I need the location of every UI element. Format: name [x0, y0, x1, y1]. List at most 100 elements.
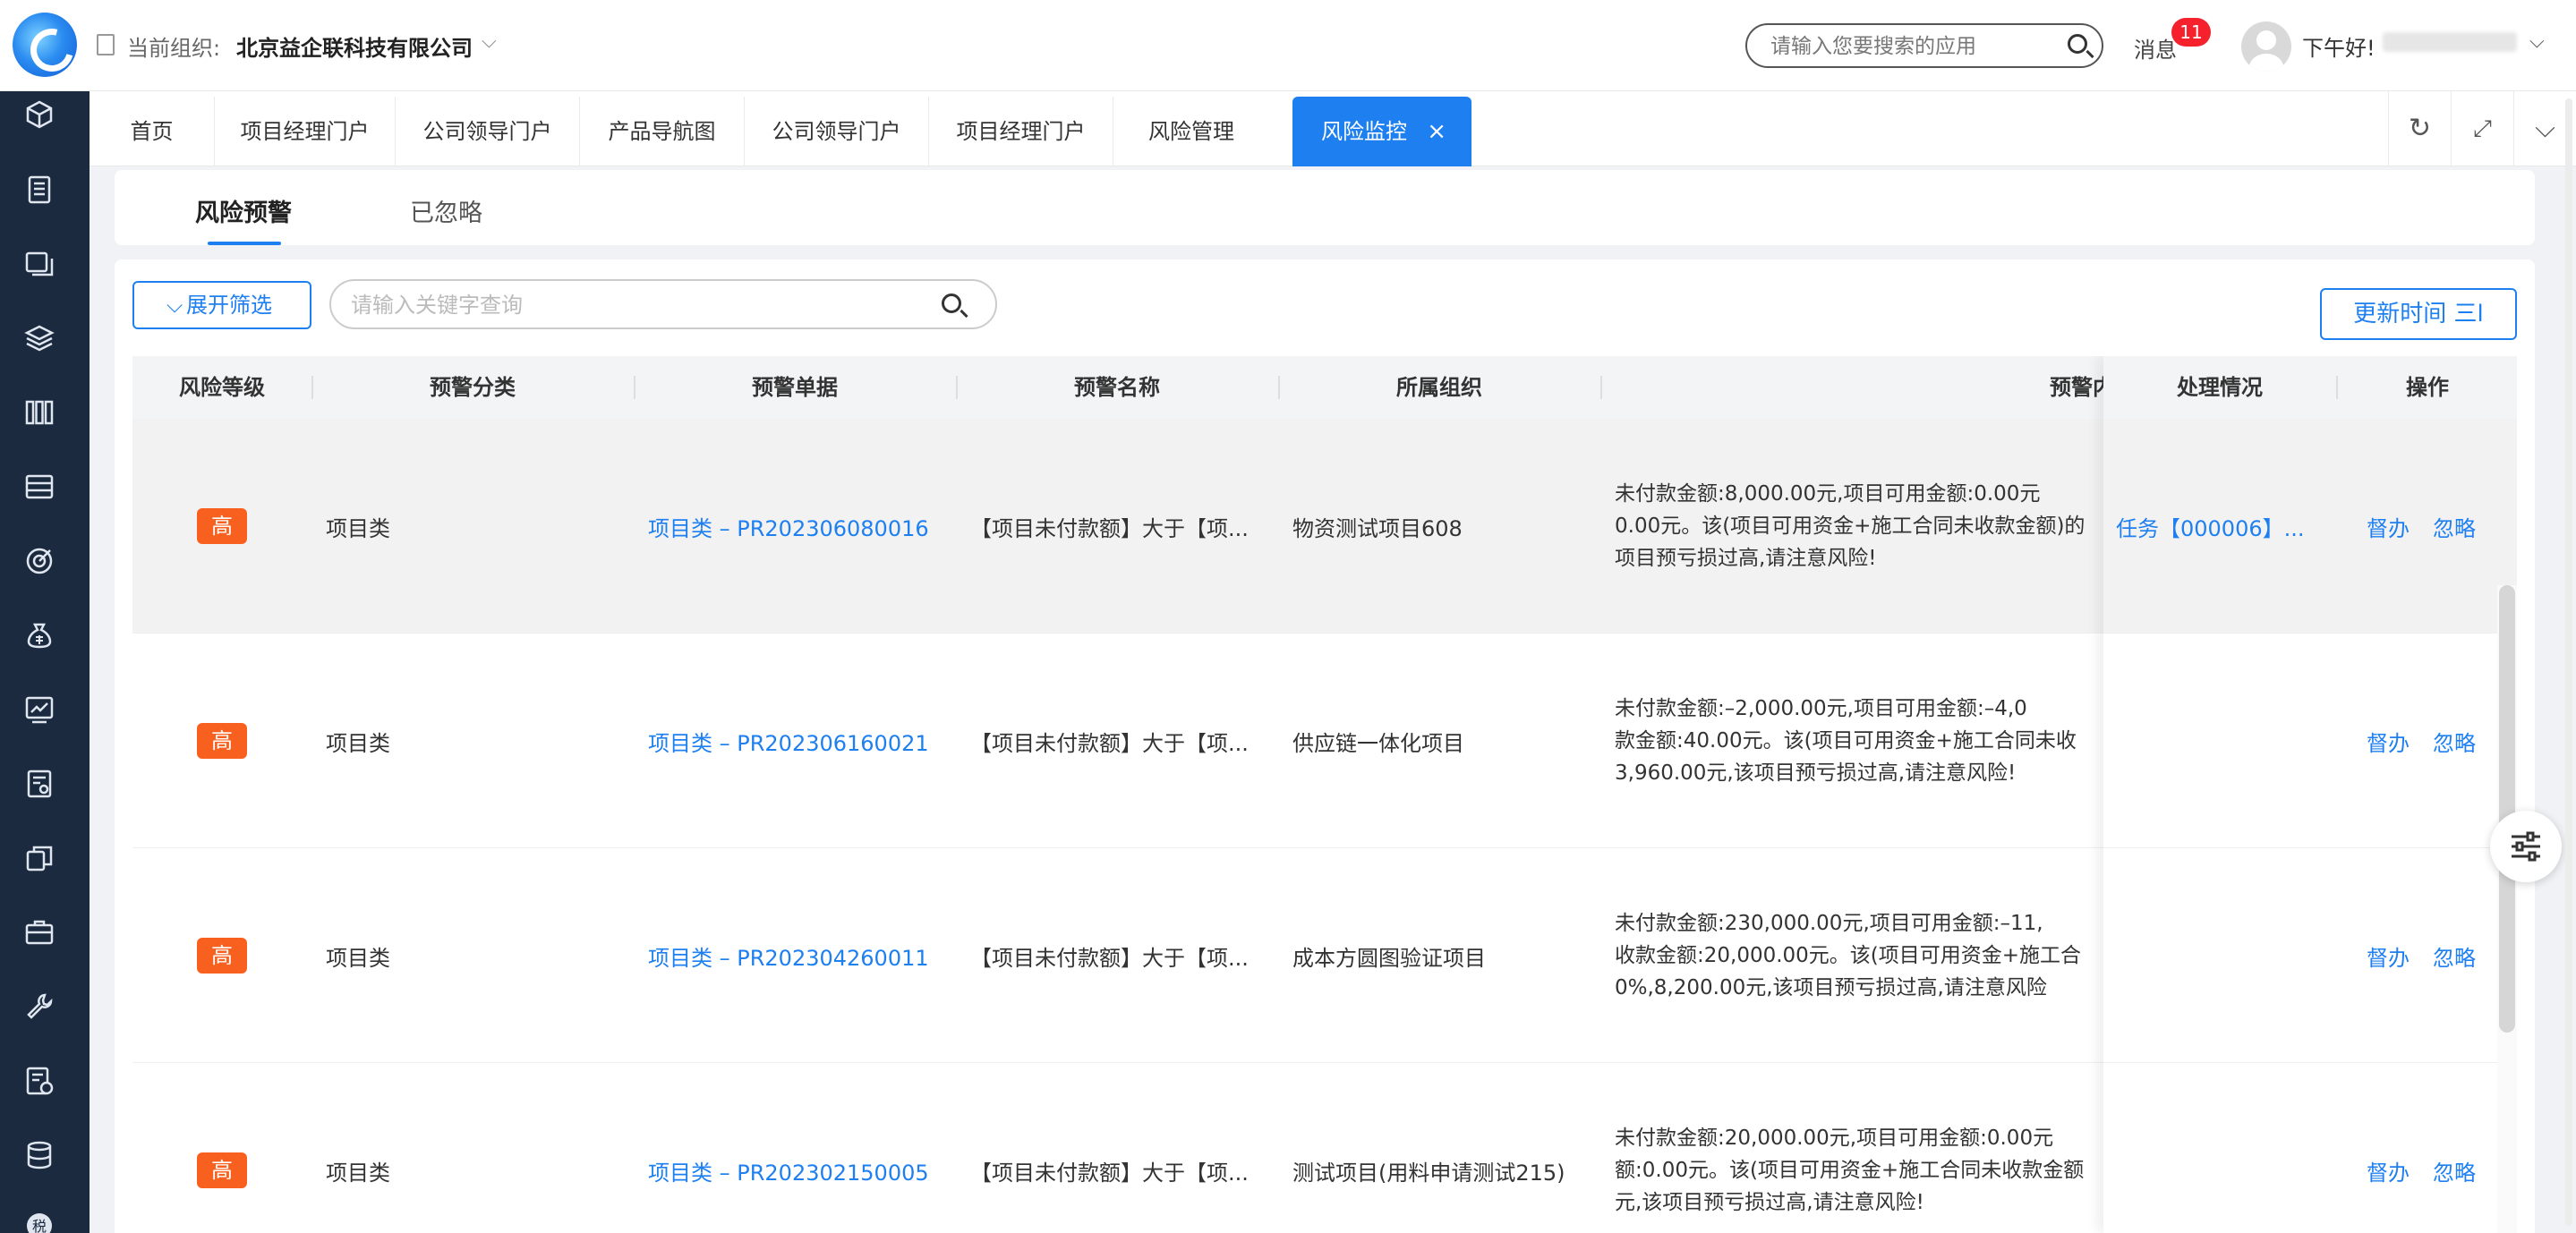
- sliders-icon: [2512, 831, 2540, 862]
- column-header[interactable]: 所属组织: [1278, 356, 1600, 419]
- status-link[interactable]: 任务【000006】...: [2116, 419, 2340, 634]
- user-avatar[interactable]: [2241, 21, 2291, 72]
- fullscreen-icon[interactable]: ⤢: [2451, 91, 2513, 166]
- document-link[interactable]: 项目类 – PR202302150005: [648, 1063, 952, 1233]
- ignore-link[interactable]: 忽略: [2433, 1155, 2476, 1186]
- tab-risk-monitor[interactable]: 风险监控 ×: [1292, 97, 1471, 166]
- supervise-link[interactable]: 督办: [2367, 1155, 2410, 1186]
- tab-home[interactable]: 首页: [90, 97, 215, 166]
- top-header: 当前组织: 北京益企联科技有限公司 ⌵ 消息 11 下午好! ⌵: [0, 0, 2576, 91]
- tab-label: 项目经理门户: [240, 119, 370, 144]
- app-search-input[interactable]: [1770, 34, 2039, 59]
- org-label: 当前组织:: [127, 36, 221, 61]
- warning-name-cell: 【项目未付款额】大于【项...: [970, 945, 1249, 971]
- page-scrollbar[interactable]: [2565, 98, 2572, 1226]
- columns-icon[interactable]: [23, 396, 55, 429]
- supervise-link[interactable]: 督办: [2367, 511, 2410, 542]
- status-link[interactable]: [2116, 1063, 2340, 1233]
- organization-cell: 供应链一体化项目: [1292, 730, 1464, 756]
- cube-icon[interactable]: [23, 98, 55, 131]
- search-icon[interactable]: [942, 293, 961, 313]
- fixed-right-columns: 处理情况 操作 任务【000006】... 督办 忽略 督办 忽略 督办 忽略 督办 忽略: [2103, 356, 2517, 1233]
- svg-text:税: 税: [32, 1218, 47, 1233]
- column-header[interactable]: 风险等级: [132, 356, 311, 419]
- org-chevron-down-icon[interactable]: ⌵: [482, 30, 497, 53]
- tab-pm-portal-2[interactable]: 项目经理门户: [929, 97, 1113, 166]
- wrench-icon[interactable]: [23, 991, 55, 1023]
- tab-risk-management[interactable]: 风险管理: [1113, 97, 1269, 166]
- tax-icon[interactable]: 税: [23, 1210, 55, 1233]
- warning-content-text: 未付款金额:230,000.00元,项目可用金额:–11, 收款金额:20,00…: [1615, 912, 2082, 999]
- database-icon[interactable]: [23, 1139, 55, 1171]
- document-link[interactable]: 项目类 – PR202306080016: [648, 419, 952, 634]
- status-link[interactable]: [2116, 848, 2340, 1063]
- expand-filter-button[interactable]: ⌵ 展开筛选: [132, 281, 311, 329]
- warning-content-cell: 未付款金额:20,000.00元,项目可用金额:0.00元 额:0.00元。该(…: [1615, 1063, 2098, 1233]
- column-header[interactable]: 预警单据: [634, 356, 956, 419]
- copy-icon[interactable]: [23, 842, 55, 874]
- ignore-link[interactable]: 忽略: [2433, 511, 2476, 542]
- invoice-icon[interactable]: [23, 1065, 55, 1097]
- table-scrollbar-thumb[interactable]: [2499, 585, 2515, 1033]
- supervise-link[interactable]: 督办: [2367, 726, 2410, 757]
- expand-filter-label: 展开筛选: [186, 293, 272, 318]
- tab-pm-portal[interactable]: 项目经理门户: [215, 97, 396, 166]
- sort-update-time-button[interactable]: 更新时间 三l: [2320, 288, 2517, 340]
- tab-label: 项目经理门户: [956, 119, 1086, 144]
- category-cell: 项目类: [326, 1160, 390, 1186]
- user-menu-chevron-icon[interactable]: ⌵: [2529, 30, 2545, 53]
- column-settings-button[interactable]: [2490, 811, 2562, 882]
- main-content: ⌵ 展开筛选 更新时间 三l 风险等级 预警分类 预警单据 预警名称 所属组织 …: [115, 259, 2535, 1233]
- document-link[interactable]: 项目类 – PR202304260011: [648, 848, 952, 1063]
- ledger-icon[interactable]: [23, 174, 55, 206]
- left-sidebar: 税: [0, 91, 90, 1233]
- documents-icon[interactable]: [23, 248, 55, 280]
- refresh-icon[interactable]: ↻: [2388, 91, 2451, 166]
- risk-level-cell: 高: [132, 419, 311, 634]
- target-icon[interactable]: [23, 545, 55, 577]
- server-icon[interactable]: [23, 471, 55, 503]
- table-row-fixed: 督办 忽略: [2103, 848, 2517, 1063]
- warning-content-text: 未付款金额:8,000.00元,项目可用金额:0.00元 0.00元。该(项目可…: [1615, 482, 2086, 570]
- greeting-text: 下午好!: [2302, 36, 2376, 61]
- warning-name-cell: 【项目未付款额】大于【项...: [970, 515, 1249, 541]
- subtab-risk-warning[interactable]: 风险预警: [195, 193, 292, 228]
- risk-level-badge: 高: [197, 938, 247, 974]
- org-name[interactable]: 北京益企联科技有限公司: [236, 30, 473, 62]
- tab-bar: 首页 项目经理门户 公司领导门户 产品导航图 公司领导门户 项目经理门户 风险管…: [90, 91, 2576, 166]
- ignore-link[interactable]: 忽略: [2433, 726, 2476, 757]
- ignore-link[interactable]: 忽略: [2433, 940, 2476, 972]
- keyword-search-input[interactable]: [351, 292, 924, 319]
- tab-leader-portal[interactable]: 公司领导门户: [396, 97, 580, 166]
- chart-trend-icon[interactable]: [23, 693, 55, 726]
- column-header[interactable]: 预警分类: [311, 356, 634, 419]
- column-header[interactable]: 预警名称: [956, 356, 1278, 419]
- report-icon[interactable]: [23, 768, 55, 800]
- keyword-search-box[interactable]: [329, 279, 997, 329]
- tab-label: 公司领导门户: [422, 119, 552, 144]
- close-icon[interactable]: ×: [1427, 97, 1446, 166]
- app-logo[interactable]: [13, 13, 77, 77]
- column-header[interactable]: 处理情况: [2103, 356, 2336, 419]
- supervise-link[interactable]: 督办: [2367, 940, 2410, 972]
- layers-icon[interactable]: [23, 322, 55, 354]
- risk-level-badge: 高: [197, 723, 247, 759]
- document-link[interactable]: 项目类 – PR202306160021: [648, 634, 952, 848]
- column-header[interactable]: 操作: [2338, 356, 2517, 419]
- tab-leader-portal-2[interactable]: 公司领导门户: [745, 97, 929, 166]
- tab-label: 风险管理: [1148, 119, 1234, 144]
- app-search-box[interactable]: [1745, 23, 2103, 68]
- briefcase-icon[interactable]: [23, 916, 55, 948]
- status-link[interactable]: [2116, 634, 2340, 848]
- tab-label: 风险监控: [1321, 119, 1407, 144]
- search-icon[interactable]: [2068, 34, 2087, 54]
- username-blurred[interactable]: [2383, 32, 2517, 52]
- money-bag-icon[interactable]: [23, 619, 55, 651]
- organization-icon: [97, 34, 115, 55]
- warning-content-text: 未付款金额:20,000.00元,项目可用金额:0.00元 额:0.00元。该(…: [1615, 1127, 2085, 1214]
- tab-product-map[interactable]: 产品导航图: [580, 97, 745, 166]
- subtab-ignored[interactable]: 已忽略: [410, 193, 482, 228]
- messages-link[interactable]: 消息: [2134, 32, 2177, 64]
- category-cell: 项目类: [326, 515, 390, 541]
- operations-cell: 督办 忽略: [2367, 848, 2517, 1063]
